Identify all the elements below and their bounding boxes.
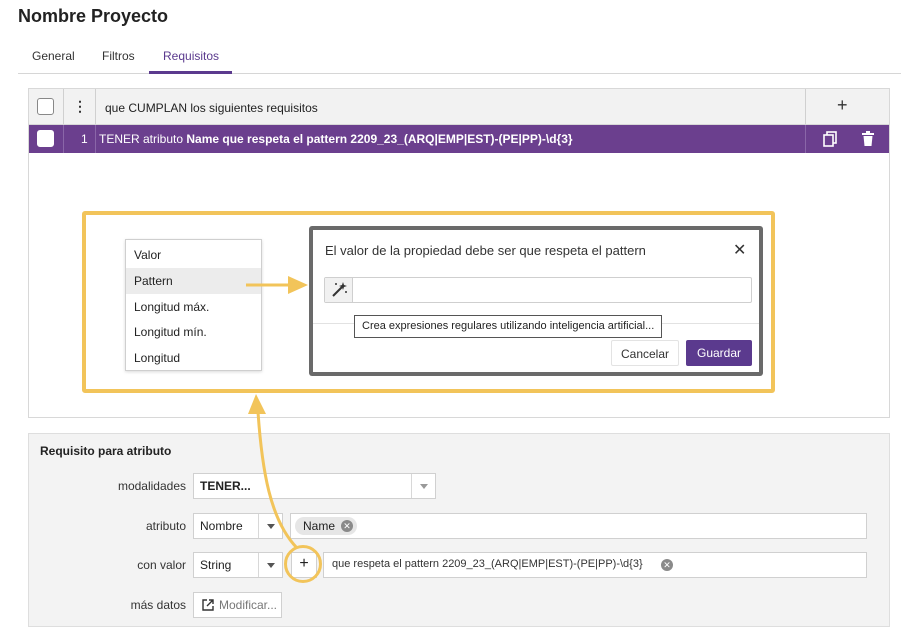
tab-requisitos[interactable]: Requisitos xyxy=(163,49,219,63)
close-icon[interactable]: ✕ xyxy=(733,240,746,260)
chevron-down-icon xyxy=(258,553,282,577)
remove-chip-icon[interactable]: ✕ xyxy=(661,559,673,571)
modalidades-select[interactable]: TENER... xyxy=(193,473,436,499)
magic-wand-icon xyxy=(332,282,347,297)
dropdown-item-longitud[interactable]: Longitud xyxy=(126,345,261,371)
tab-bar: General Filtros Requisitos xyxy=(18,40,901,74)
magic-wand-button[interactable] xyxy=(325,278,353,302)
modificar-button[interactable]: Modificar... xyxy=(193,592,282,618)
modalidades-value: TENER... xyxy=(200,479,251,493)
atributo-label: atributo xyxy=(145,519,186,533)
atributo-select-value: Nombre xyxy=(200,519,243,533)
remove-chip-icon[interactable]: ✕ xyxy=(341,520,354,532)
project-title: Nombre Proyecto xyxy=(18,6,169,26)
modal-body: El valor de la propiedad debe ser que re… xyxy=(313,230,759,372)
external-edit-icon xyxy=(202,599,214,611)
divider xyxy=(95,89,96,124)
active-tab-indicator xyxy=(149,71,232,74)
dropdown-item-longitud-max[interactable]: Longitud máx. xyxy=(126,294,261,320)
divider xyxy=(805,89,806,124)
divider xyxy=(805,125,806,153)
save-button[interactable]: Guardar xyxy=(686,340,752,366)
tab-filtros[interactable]: Filtros xyxy=(102,49,135,63)
pattern-modal: El valor de la propiedad debe ser que re… xyxy=(309,226,763,376)
plus-icon: + xyxy=(837,95,848,115)
pattern-input[interactable] xyxy=(324,277,752,303)
highlight-ring xyxy=(284,545,322,583)
select-all-checkbox[interactable] xyxy=(37,98,54,115)
modalidades-label: modalidades xyxy=(117,479,186,493)
dropdown-item-valor[interactable]: Valor xyxy=(126,242,261,268)
mas-datos-label: más datos xyxy=(130,598,186,612)
cancel-button[interactable]: Cancelar xyxy=(611,340,679,366)
chevron-down-icon xyxy=(411,474,435,498)
dropdown-item-longitud-min[interactable]: Longitud mín. xyxy=(126,319,261,345)
kebab-menu-icon[interactable]: ⋮ xyxy=(73,98,87,115)
add-requirement-button[interactable]: + xyxy=(837,95,848,116)
trash-icon[interactable] xyxy=(862,131,874,150)
con-valor-label: con valor xyxy=(137,558,186,572)
row-number: 1 xyxy=(81,132,88,146)
divider xyxy=(63,125,64,153)
arrow-icon xyxy=(246,276,308,294)
attribute-chip-label: Name xyxy=(303,519,336,533)
con-valor-select-value: String xyxy=(200,558,232,572)
pattern-chip-label: que respeta el pattern 2209_23_(ARQ|EMP|… xyxy=(332,558,643,570)
divider xyxy=(95,125,96,153)
atributo-select[interactable]: Nombre xyxy=(193,513,283,539)
atributo-value-field[interactable]: Name ✕ xyxy=(290,513,867,539)
chevron-down-icon xyxy=(258,514,282,538)
requirements-header: ⋮ que CUMPLAN los siguientes requisitos … xyxy=(29,89,889,125)
row-checkbox[interactable] xyxy=(37,130,54,147)
attribute-requirement-title: Requisito para atributo xyxy=(40,444,172,458)
tab-general[interactable]: General xyxy=(32,49,75,63)
wand-tooltip: Crea expresiones regulares utilizando in… xyxy=(354,315,663,338)
requirement-prefix: TENER atributo xyxy=(99,132,187,146)
requirement-text: TENER atributo Name que respeta el patte… xyxy=(99,132,573,146)
attribute-requirement-panel: Requisito para atributo modalidades TENE… xyxy=(28,433,890,627)
copy-icon[interactable] xyxy=(823,131,837,150)
divider xyxy=(63,89,64,124)
requirement-detail: Name que respeta el pattern 2209_23_(ARQ… xyxy=(186,132,573,146)
property-type-dropdown[interactable]: Valor Pattern Longitud máx. Longitud mín… xyxy=(125,239,262,371)
dropdown-item-pattern[interactable]: Pattern xyxy=(126,268,261,294)
attribute-chip: Name ✕ xyxy=(295,517,358,535)
requirement-row[interactable]: 1 TENER atributo Name que respeta el pat… xyxy=(29,125,889,153)
modal-title: El valor de la propiedad debe ser que re… xyxy=(325,243,646,258)
modificar-label: Modificar... xyxy=(219,598,278,612)
con-valor-select[interactable]: String xyxy=(193,552,283,578)
con-valor-field[interactable]: que respeta el pattern 2209_23_(ARQ|EMP|… xyxy=(323,552,867,578)
requirements-header-text: que CUMPLAN los siguientes requisitos xyxy=(105,101,318,115)
